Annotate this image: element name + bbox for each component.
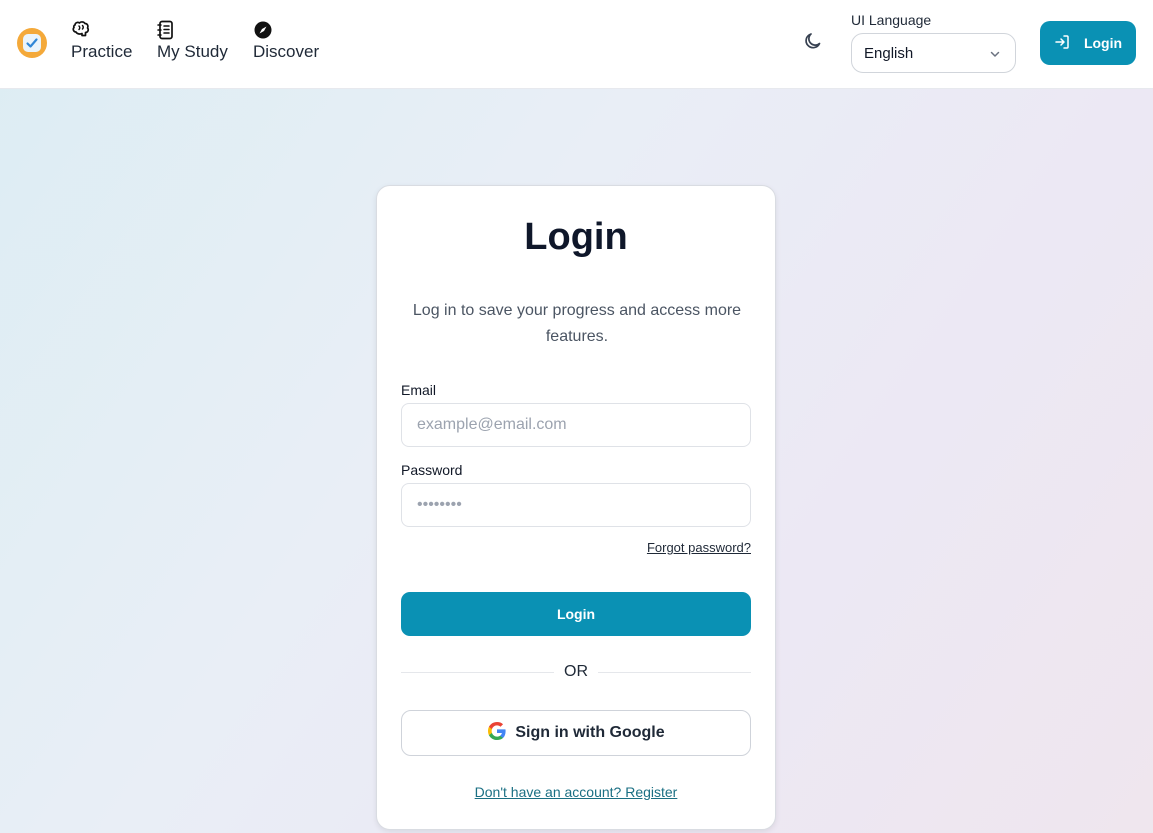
nav-practice-label: Practice — [71, 42, 133, 61]
google-sign-in-label: Sign in with Google — [515, 724, 665, 741]
password-label: Password — [401, 462, 463, 478]
nav-my-study[interactable]: My Study — [157, 20, 228, 64]
sign-in-icon — [1054, 34, 1070, 53]
notebook-icon — [157, 20, 175, 40]
login-subtitle: Log in to save your progress and access … — [412, 302, 742, 345]
register-link[interactable]: Don't have an account? Register — [377, 784, 775, 800]
top-nav-bar: Practice My Study Discover UI Language E… — [0, 0, 1153, 89]
divider-line-right — [598, 671, 751, 673]
forgot-password-link[interactable]: Forgot password? — [647, 540, 751, 555]
google-icon — [487, 721, 507, 746]
language-label: UI Language — [851, 12, 932, 28]
email-field[interactable] — [401, 403, 751, 447]
moon-icon — [803, 31, 823, 56]
language-select[interactable]: English — [851, 33, 1016, 73]
language-selected-value: English — [864, 44, 914, 62]
header-login-button[interactable]: Login — [1040, 21, 1136, 65]
page-title: Login — [524, 216, 628, 258]
nav-discover[interactable]: Discover — [253, 20, 319, 64]
app-logo[interactable] — [17, 28, 47, 58]
or-divider: OR — [401, 662, 751, 682]
brain-icon — [71, 20, 91, 40]
login-card: Login Log in to save your progress and a… — [376, 185, 776, 830]
nav-practice[interactable]: Practice — [71, 20, 132, 64]
password-field[interactable] — [401, 483, 751, 527]
divider-text: OR — [564, 663, 588, 680]
divider-line-left — [401, 671, 554, 673]
checkmark-badge-icon — [23, 34, 41, 52]
login-button[interactable]: Login — [401, 592, 751, 636]
nav-my-study-label: My Study — [157, 42, 228, 61]
header-login-label: Login — [1083, 35, 1123, 51]
chevron-down-icon — [989, 47, 1001, 64]
theme-toggle-button[interactable] — [801, 31, 825, 55]
email-label: Email — [401, 382, 437, 398]
compass-icon — [253, 20, 273, 40]
nav-discover-label: Discover — [253, 42, 320, 61]
google-sign-in-button[interactable]: Sign in with Google — [401, 710, 751, 756]
